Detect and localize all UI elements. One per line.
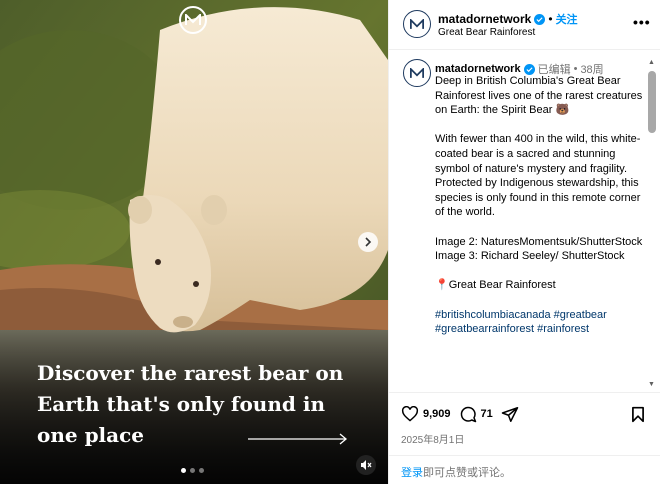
save-button[interactable] — [631, 406, 645, 428]
post-panel: matadornetwork • 关注 Great Bear Rainfores… — [388, 0, 660, 484]
comment-icon — [460, 406, 476, 423]
caption-paragraph: Image 2: NaturesMomentsuk/ShutterStock I… — [435, 235, 643, 263]
comment-button[interactable]: 71 — [459, 405, 493, 423]
matador-logo-icon — [410, 18, 424, 29]
login-link[interactable]: 登录 — [401, 467, 423, 479]
separator: • — [548, 12, 553, 26]
chevron-right-icon — [365, 237, 372, 247]
caption-text: Deep in British Columbia's Great Bear Ra… — [435, 74, 643, 351]
verified-badge-icon — [534, 13, 546, 25]
header-username[interactable]: matadornetwork — [438, 12, 531, 26]
caption-scrollbar[interactable]: ▲ ▼ — [647, 59, 657, 389]
caption-paragraph: 📍Great Bear Rainforest — [435, 279, 556, 292]
next-image-button[interactable] — [358, 232, 378, 252]
carousel-dot — [181, 468, 186, 473]
heart-icon — [401, 406, 419, 422]
header-user-row: matadornetwork • 关注 — [438, 11, 578, 27]
matador-logo-icon — [410, 67, 424, 78]
carousel-dots — [181, 468, 204, 473]
caption-paragraph: Deep in British Columbia's Great Bear Ra… — [435, 75, 643, 117]
arrow-right-icon — [248, 433, 348, 445]
more-options-icon[interactable]: ••• — [633, 14, 651, 30]
location-link[interactable]: Great Bear Rainforest — [438, 27, 535, 38]
scroll-up-icon[interactable]: ▲ — [648, 59, 655, 66]
share-icon — [501, 406, 519, 422]
post-media-carousel[interactable]: Discover the rarest bear on Earth that's… — [0, 0, 388, 484]
avatar[interactable] — [403, 59, 431, 87]
speaker-muted-icon — [361, 460, 372, 470]
login-text: 即可点赞或评论。 — [423, 467, 511, 479]
caption-area[interactable]: matadornetwork 已编辑 • 38周 Deep in British… — [389, 51, 660, 391]
like-button[interactable]: 9,909 — [401, 406, 451, 422]
post-date: 2025年8月1日 — [401, 435, 465, 446]
mute-button[interactable] — [356, 455, 376, 475]
carousel-dot — [199, 468, 204, 473]
verified-badge-icon — [523, 63, 535, 75]
carousel-dot — [190, 468, 195, 473]
avatar[interactable] — [403, 10, 431, 38]
login-prompt: 登录即可点赞或评论。 — [389, 455, 660, 484]
caption-paragraph: With fewer than 400 in the wild, this wh… — [435, 133, 641, 219]
post-header: matadornetwork • 关注 Great Bear Rainfores… — [389, 0, 660, 50]
post-actions: 9,909 71 2025年8月1日 登录即可点赞或评论。 — [389, 392, 660, 484]
bookmark-icon — [632, 406, 644, 423]
scroll-thumb[interactable] — [648, 71, 656, 133]
comment-count: 71 — [480, 408, 493, 420]
like-count: 9,909 — [423, 408, 451, 420]
matador-logo-icon — [179, 6, 207, 34]
scroll-down-icon[interactable]: ▼ — [648, 381, 655, 388]
share-button[interactable] — [501, 406, 519, 423]
hashtags[interactable]: #britishcolumbiacanada #greatbear #great… — [435, 308, 643, 337]
follow-button[interactable]: 关注 — [556, 11, 578, 27]
